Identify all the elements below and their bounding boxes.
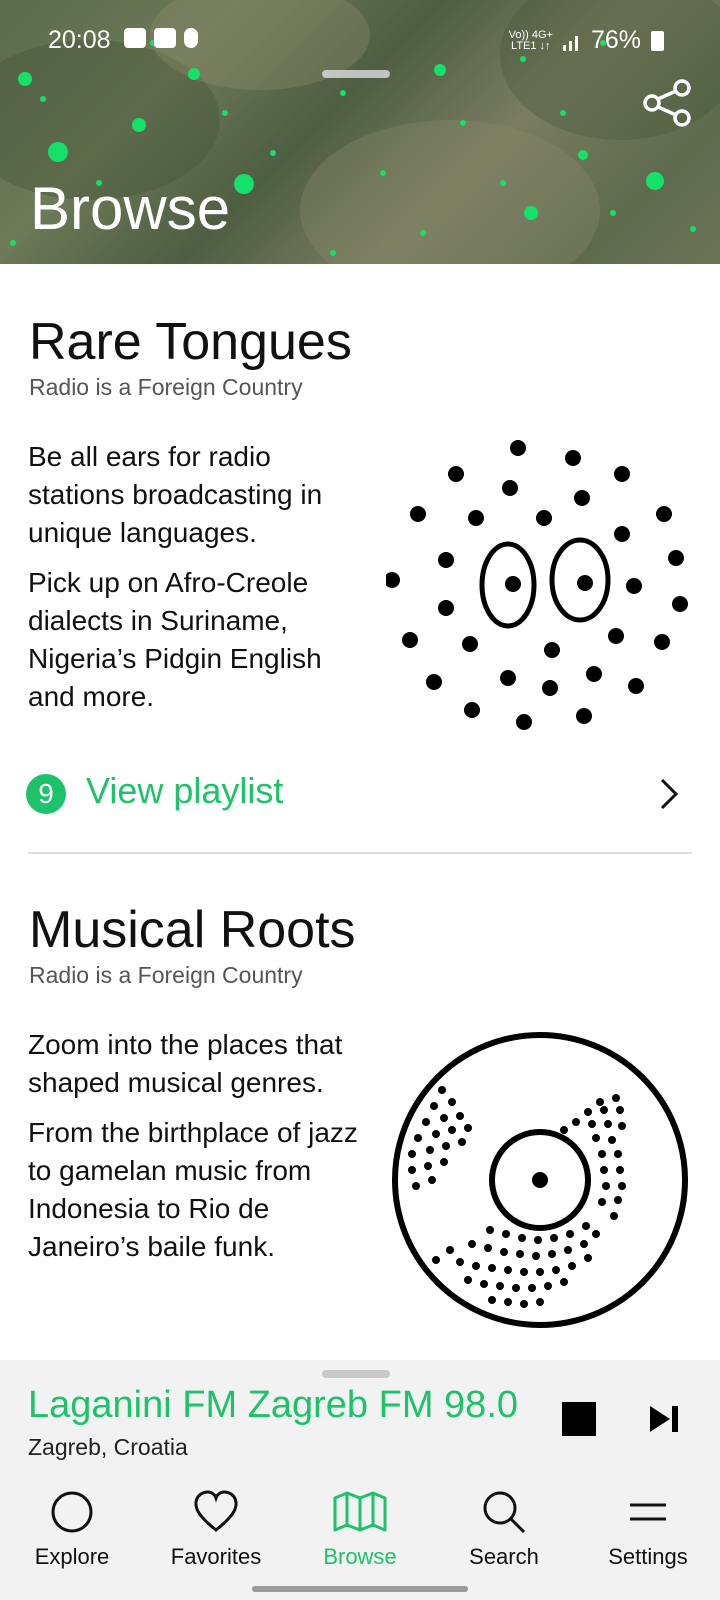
playlist-count-badge: 9 <box>26 774 66 814</box>
map-dot <box>420 230 426 236</box>
youtube-icon <box>154 28 176 48</box>
nav-browse[interactable]: Browse <box>300 1490 420 1570</box>
section-subtitle: Radio is a Foreign Country <box>29 374 303 400</box>
map-dot <box>460 120 466 126</box>
map-dot <box>610 210 616 216</box>
map-dot <box>330 250 336 256</box>
map-dot <box>380 170 386 176</box>
share-icon[interactable] <box>642 78 694 128</box>
nav-search[interactable]: Search <box>444 1490 564 1570</box>
gallery-icon <box>124 28 146 48</box>
nav-label-search: Search <box>469 1544 539 1569</box>
map-dot <box>524 206 538 220</box>
view-playlist-link[interactable]: View playlist <box>86 770 283 812</box>
circle-icon <box>51 1491 93 1533</box>
notification-icons <box>124 28 198 48</box>
description-paragraph: Be all ears for radio stations broadcast… <box>28 441 323 548</box>
vinyl-record-illustration <box>392 1032 688 1328</box>
map-dot <box>188 68 200 80</box>
section-title: Musical Roots <box>29 901 356 959</box>
player-drag-handle[interactable] <box>322 1370 390 1378</box>
status-bar: 20:08 Vo)) 4G+ LTE1 ↓↑ 76% <box>48 26 664 56</box>
header-banner: 20:08 Vo)) 4G+ LTE1 ↓↑ 76% Browse <box>0 0 720 264</box>
section-description: Be all ears for radio stations broadcast… <box>28 438 368 728</box>
map-dot <box>434 64 446 76</box>
nav-settings[interactable]: Settings <box>588 1490 708 1570</box>
section-rare-tongues: Rare Tongues Radio is a Foreign Country … <box>0 264 720 864</box>
home-indicator[interactable] <box>252 1586 468 1592</box>
nav-label-settings: Settings <box>608 1544 688 1569</box>
status-indicators: Vo)) 4G+ LTE1 ↓↑ 76% <box>509 26 664 55</box>
nav-label-browse: Browse <box>323 1544 397 1569</box>
map-dot <box>340 90 346 96</box>
signal-icon <box>562 35 578 51</box>
description-paragraph: From the birthplace of jazz to gamelan m… <box>28 1117 358 1262</box>
heart-icon <box>194 1490 238 1532</box>
map-dot <box>222 110 228 116</box>
nav-label-favorites: Favorites <box>170 1544 262 1569</box>
map-dot <box>132 118 146 132</box>
chevron-right-icon[interactable] <box>654 774 684 814</box>
menu-icon <box>630 1503 666 1521</box>
map-dot <box>646 172 664 190</box>
map-dot <box>690 226 696 232</box>
app-notification-icon <box>184 28 198 48</box>
map-dot <box>234 174 254 194</box>
battery-icon <box>651 30 664 51</box>
section-subtitle: Radio is a Foreign Country <box>29 962 303 988</box>
station-name[interactable]: Laganini FM Zagreb FM 98.0 <box>28 1384 518 1427</box>
nav-explore[interactable]: Explore <box>12 1490 132 1570</box>
map-dot <box>560 110 566 116</box>
description-paragraph: Zoom into the places that shaped musical… <box>28 1029 343 1098</box>
map-dot <box>500 180 506 186</box>
nav-favorites[interactable]: Favorites <box>156 1490 276 1570</box>
map-dot <box>270 150 276 156</box>
now-playing-bar[interactable]: Laganini FM Zagreb FM 98.0 Zagreb, Croat… <box>0 1360 720 1472</box>
eyes-dots-illustration <box>386 440 688 730</box>
station-location: Zagreb, Croatia <box>28 1434 188 1460</box>
network-indicator: Vo)) 4G+ LTE1 ↓↑ <box>509 29 553 52</box>
drag-handle[interactable] <box>322 70 390 78</box>
view-playlist-row[interactable]: 9 View playlist <box>24 762 692 826</box>
map-dot <box>40 96 46 102</box>
map-texture <box>300 120 600 264</box>
bottom-navigation: Explore Favorites Browse Search Settings <box>0 1472 720 1600</box>
battery-percent: 76% <box>590 26 641 54</box>
map-dot <box>10 240 16 246</box>
section-title: Rare Tongues <box>29 313 352 371</box>
network-bottom-label: LTE1 ↓↑ <box>511 39 551 52</box>
status-time: 20:08 <box>48 26 111 54</box>
map-dot <box>48 142 68 162</box>
map-icon <box>333 1491 387 1532</box>
description-paragraph: Pick up on Afro-Creole dialects in Surin… <box>28 567 322 712</box>
map-dot <box>578 150 588 160</box>
skip-next-icon[interactable] <box>648 1404 680 1434</box>
map-dot <box>18 72 32 86</box>
stop-icon[interactable] <box>562 1402 596 1436</box>
section-description: Zoom into the places that shaped musical… <box>28 1026 368 1278</box>
section-musical-roots: Musical Roots Radio is a Foreign Country… <box>0 854 720 1354</box>
search-icon <box>483 1491 526 1534</box>
page-title: Browse <box>30 175 231 242</box>
nav-label-explore: Explore <box>34 1544 110 1569</box>
map-dot <box>520 56 526 62</box>
